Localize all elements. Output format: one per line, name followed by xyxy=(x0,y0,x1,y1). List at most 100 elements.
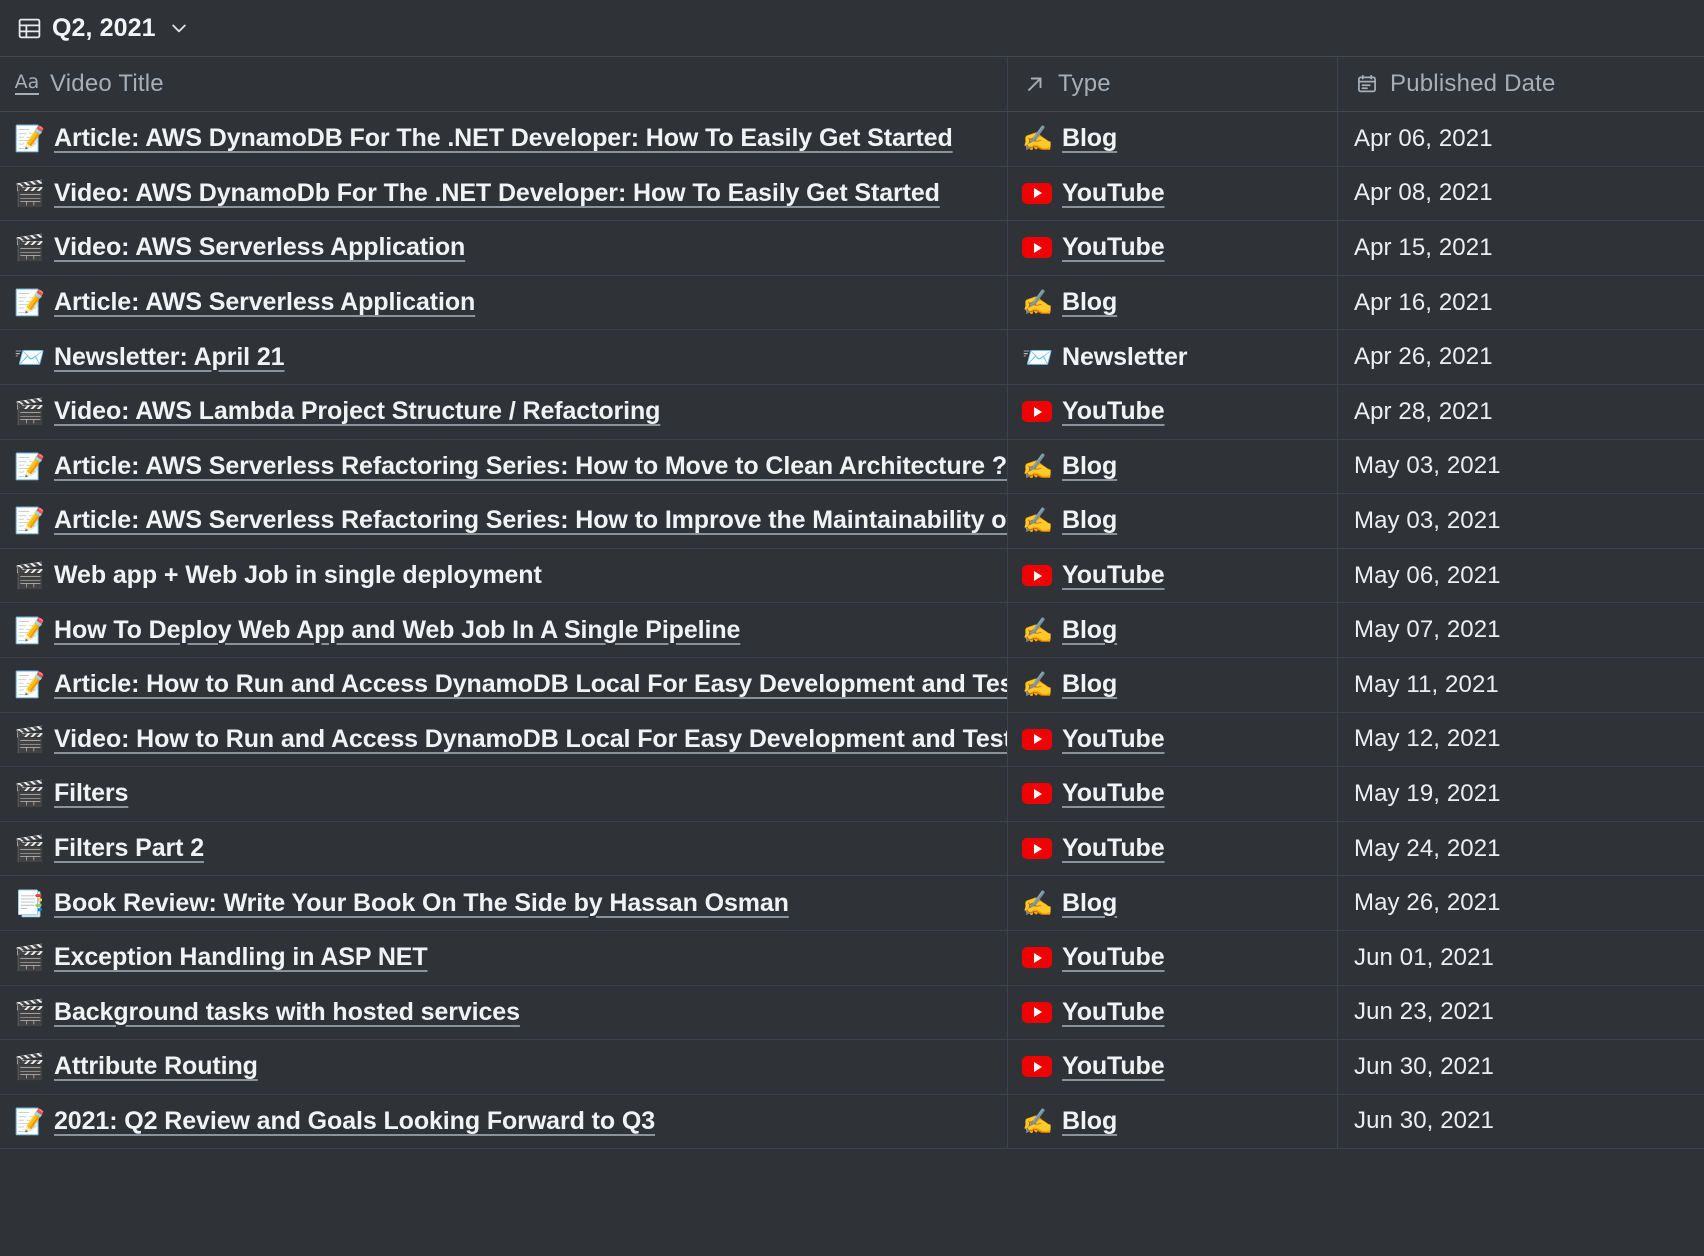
table-row[interactable]: 🎬 Video: How to Run and Access DynamoDB L… xyxy=(0,712,1704,768)
type-label[interactable]: Blog xyxy=(1062,452,1117,481)
video-title-link[interactable]: Filters xyxy=(54,779,128,808)
cell-type[interactable]: YouTube xyxy=(1007,821,1337,876)
cell-published-date[interactable]: May 06, 2021 xyxy=(1337,548,1704,603)
video-title-link[interactable]: Web app + Web Job in single deployment xyxy=(54,561,542,590)
type-label[interactable]: Blog xyxy=(1062,889,1117,918)
table-row[interactable]: 📝 Article: How to Run and Access DynamoDB… xyxy=(0,657,1704,713)
cell-video-title[interactable]: 🎬 Filters xyxy=(0,767,1007,821)
cell-published-date[interactable]: Jun 30, 2021 xyxy=(1337,1040,1704,1094)
table-row[interactable]: 🎬 Background tasks with hosted services Yo… xyxy=(0,985,1704,1041)
cell-type[interactable]: YouTube xyxy=(1007,384,1337,439)
cell-published-date[interactable]: May 12, 2021 xyxy=(1337,712,1704,767)
cell-published-date[interactable]: May 24, 2021 xyxy=(1337,821,1704,876)
cell-type[interactable]: YouTube xyxy=(1007,712,1337,767)
type-label[interactable]: Newsletter xyxy=(1062,343,1188,372)
type-label[interactable]: YouTube xyxy=(1062,725,1165,754)
cell-published-date[interactable]: Apr 15, 2021 xyxy=(1337,221,1704,275)
video-title-link[interactable]: Article: AWS Serverless Application xyxy=(54,288,475,317)
cell-published-date[interactable]: Jun 01, 2021 xyxy=(1337,930,1704,985)
table-row[interactable]: 🎬 Web app + Web Job in single deployment Y… xyxy=(0,548,1704,604)
table-row[interactable]: 📝 How To Deploy Web App and Web Job In A … xyxy=(0,603,1704,658)
cell-published-date[interactable]: May 03, 2021 xyxy=(1337,494,1704,548)
cell-published-date[interactable]: Apr 26, 2021 xyxy=(1337,330,1704,384)
video-title-link[interactable]: Attribute Routing xyxy=(54,1052,258,1081)
cell-published-date[interactable]: Jun 23, 2021 xyxy=(1337,985,1704,1040)
cell-type[interactable]: YouTube xyxy=(1007,767,1337,821)
cell-published-date[interactable]: May 11, 2021 xyxy=(1337,657,1704,712)
cell-type[interactable]: YouTube xyxy=(1007,221,1337,275)
column-header-type[interactable]: Type xyxy=(1007,57,1337,111)
table-row[interactable]: 📝 Article: AWS DynamoDB For The .NET Deve… xyxy=(0,112,1704,167)
cell-published-date[interactable]: Apr 08, 2021 xyxy=(1337,166,1704,221)
cell-video-title[interactable]: 📨 Newsletter: April 21 xyxy=(0,330,1007,384)
cell-published-date[interactable]: May 26, 2021 xyxy=(1337,876,1704,930)
type-label[interactable]: YouTube xyxy=(1062,943,1165,972)
type-label[interactable]: Blog xyxy=(1062,616,1117,645)
video-title-link[interactable]: Filters Part 2 xyxy=(54,834,204,863)
cell-video-title[interactable]: 🎬 Attribute Routing xyxy=(0,1040,1007,1094)
cell-type[interactable]: ✍️ Blog xyxy=(1007,876,1337,930)
cell-video-title[interactable]: 🎬 Web app + Web Job in single deployment xyxy=(0,549,1007,603)
cell-published-date[interactable]: Apr 16, 2021 xyxy=(1337,275,1704,330)
video-title-link[interactable]: Video: How to Run and Access DynamoDB Lo… xyxy=(54,725,1007,754)
cell-video-title[interactable]: 🎬 Video: AWS Lambda Project Structure / R… xyxy=(0,385,1007,439)
table-row[interactable]: 🎬 Attribute Routing YouTube Jun 30, 2021 xyxy=(0,1040,1704,1095)
cell-type[interactable]: ✍️ Blog xyxy=(1007,603,1337,657)
table-row[interactable]: 📝 2021: Q2 Review and Goals Looking Forwa… xyxy=(0,1094,1704,1150)
cell-video-title[interactable]: 🎬 Video: How to Run and Access DynamoDB L… xyxy=(0,713,1007,767)
cell-video-title[interactable]: 📑 Book Review: Write Your Book On The Sid… xyxy=(0,876,1007,930)
type-label[interactable]: Blog xyxy=(1062,670,1117,699)
type-label[interactable]: YouTube xyxy=(1062,779,1165,808)
table-row[interactable]: 📨 Newsletter: April 21 📨 Newsletter Apr 26, … xyxy=(0,330,1704,385)
cell-type[interactable]: YouTube xyxy=(1007,548,1337,603)
type-label[interactable]: YouTube xyxy=(1062,233,1165,262)
cell-published-date[interactable]: May 03, 2021 xyxy=(1337,439,1704,494)
type-label[interactable]: YouTube xyxy=(1062,998,1165,1027)
type-label[interactable]: YouTube xyxy=(1062,179,1165,208)
cell-video-title[interactable]: 📝 Article: AWS Serverless Refactoring Ser… xyxy=(0,494,1007,548)
cell-type[interactable]: 📨 Newsletter xyxy=(1007,330,1337,384)
table-row[interactable]: 📝 Article: AWS Serverless Refactoring Ser… xyxy=(0,439,1704,495)
video-title-link[interactable]: Video: AWS Serverless Application xyxy=(54,233,465,262)
cell-video-title[interactable]: 📝 2021: Q2 Review and Goals Looking Forwa… xyxy=(0,1095,1007,1149)
video-title-link[interactable]: Background tasks with hosted services xyxy=(54,998,520,1027)
cell-video-title[interactable]: 📝 How To Deploy Web App and Web Job In A … xyxy=(0,603,1007,657)
cell-video-title[interactable]: 📝 Article: AWS Serverless Application xyxy=(0,276,1007,330)
cell-video-title[interactable]: 📝 Article: AWS DynamoDB For The .NET Deve… xyxy=(0,112,1007,166)
video-title-link[interactable]: Newsletter: April 21 xyxy=(54,343,285,372)
cell-published-date[interactable]: May 07, 2021 xyxy=(1337,603,1704,657)
video-title-link[interactable]: How To Deploy Web App and Web Job In A S… xyxy=(54,616,740,645)
type-label[interactable]: YouTube xyxy=(1062,561,1165,590)
video-title-link[interactable]: 2021: Q2 Review and Goals Looking Forwar… xyxy=(54,1107,655,1136)
video-title-link[interactable]: Book Review: Write Your Book On The Side… xyxy=(54,889,789,918)
cell-type[interactable]: YouTube xyxy=(1007,166,1337,221)
cell-type[interactable]: ✍️ Blog xyxy=(1007,112,1337,166)
video-title-link[interactable]: Exception Handling in ASP NET xyxy=(54,943,428,972)
type-label[interactable]: YouTube xyxy=(1062,834,1165,863)
table-row[interactable]: 🎬 Video: AWS DynamoDb For The .NET Develo… xyxy=(0,166,1704,222)
cell-video-title[interactable]: 📝 Article: AWS Serverless Refactoring Ser… xyxy=(0,440,1007,494)
video-title-link[interactable]: Article: AWS Serverless Refactoring Seri… xyxy=(54,506,1007,535)
type-label[interactable]: Blog xyxy=(1062,506,1117,535)
video-title-link[interactable]: Video: AWS DynamoDb For The .NET Develop… xyxy=(54,179,940,208)
cell-type[interactable]: YouTube xyxy=(1007,930,1337,985)
video-title-link[interactable]: Article: AWS DynamoDB For The .NET Devel… xyxy=(54,124,953,153)
cell-video-title[interactable]: 🎬 Background tasks with hosted services xyxy=(0,986,1007,1040)
type-label[interactable]: Blog xyxy=(1062,124,1117,153)
cell-video-title[interactable]: 🎬 Video: AWS Serverless Application xyxy=(0,221,1007,275)
cell-video-title[interactable]: 📝 Article: How to Run and Access DynamoDB… xyxy=(0,658,1007,712)
video-title-link[interactable]: Video: AWS Lambda Project Structure / Re… xyxy=(54,397,660,426)
cell-published-date[interactable]: May 19, 2021 xyxy=(1337,767,1704,821)
chevron-down-icon[interactable] xyxy=(168,17,190,39)
cell-type[interactable]: YouTube xyxy=(1007,985,1337,1040)
column-header-title[interactable]: Aa Video Title xyxy=(0,57,1007,111)
cell-type[interactable]: ✍️ Blog xyxy=(1007,1094,1337,1149)
table-row[interactable]: 🎬 Video: AWS Serverless Application YouTub… xyxy=(0,221,1704,276)
table-row[interactable]: 🎬 Filters YouTube May 19, 2021 xyxy=(0,767,1704,822)
table-row[interactable]: 📝 Article: AWS Serverless Application ✍️ Bl… xyxy=(0,275,1704,331)
cell-type[interactable]: YouTube xyxy=(1007,1040,1337,1094)
view-title[interactable]: Q2, 2021 xyxy=(52,14,156,43)
cell-type[interactable]: ✍️ Blog xyxy=(1007,439,1337,494)
table-row[interactable]: 🎬 Filters Part 2 YouTube May 24, 2021 xyxy=(0,821,1704,877)
cell-video-title[interactable]: 🎬 Exception Handling in ASP NET xyxy=(0,931,1007,985)
